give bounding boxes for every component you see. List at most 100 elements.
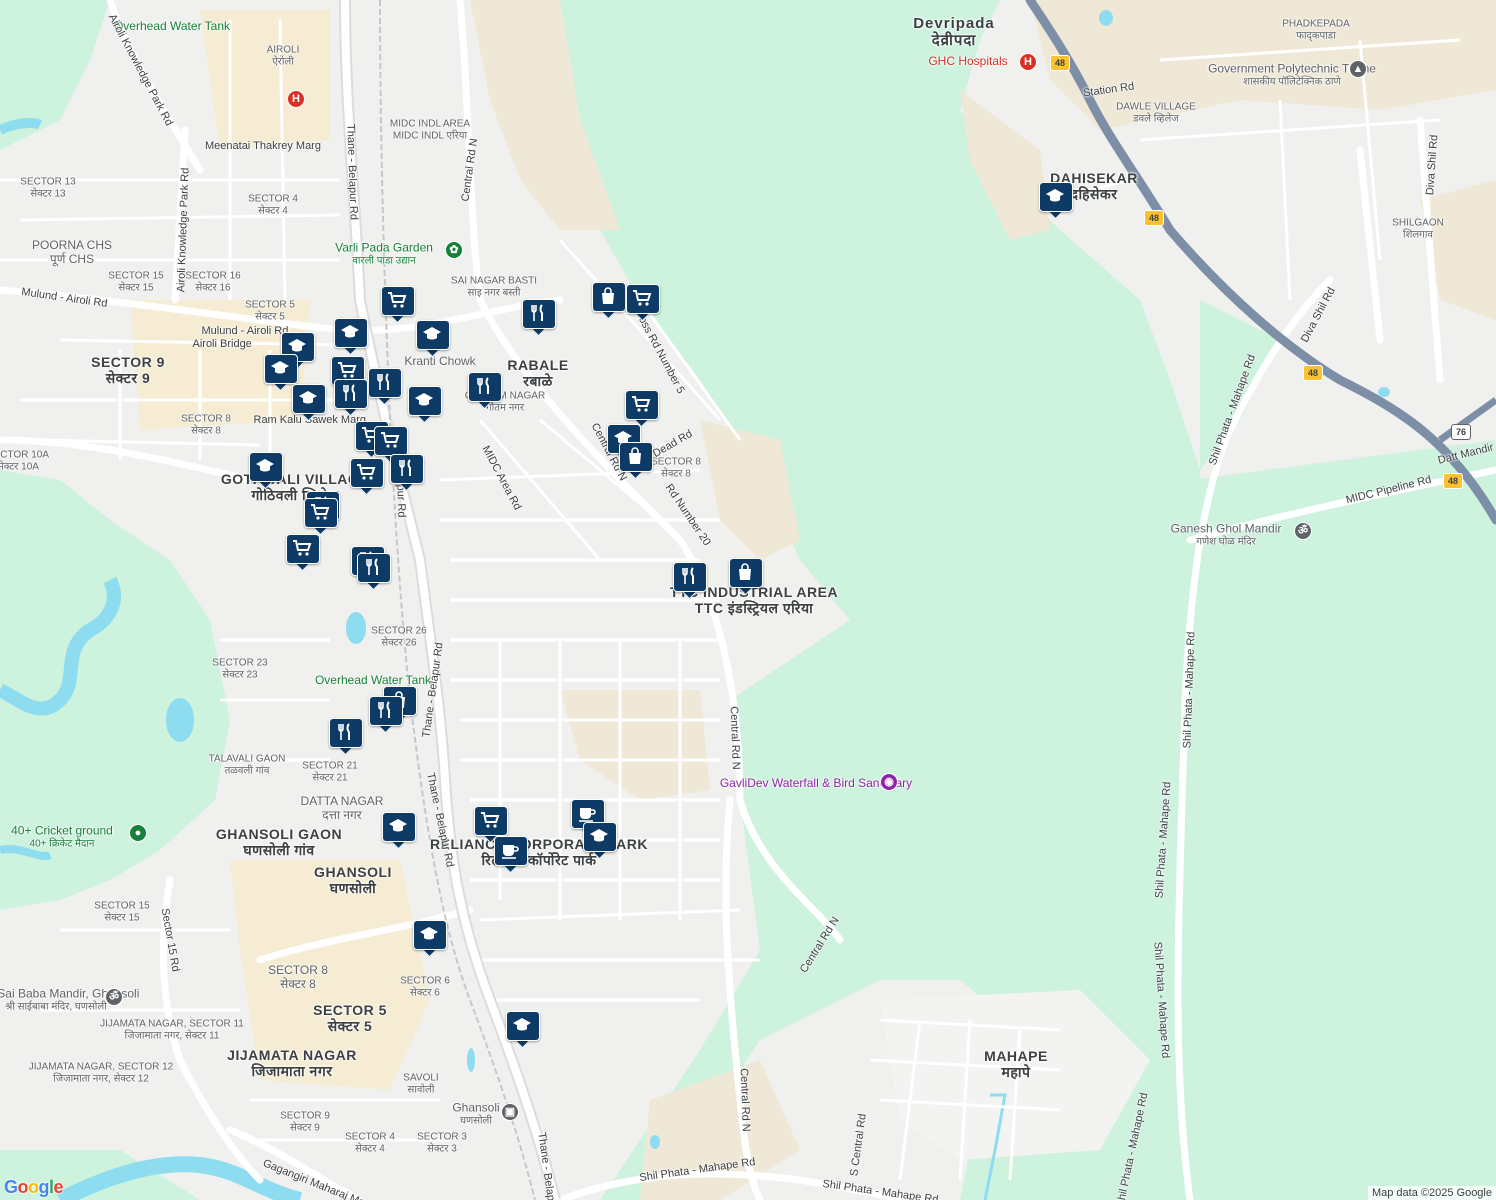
map-pin-fork[interactable] bbox=[522, 299, 556, 337]
place-label-sector-23[interactable]: SECTOR 23 सेक्टर 23 bbox=[212, 658, 267, 681]
poi-name-devanagari: वारली पाडा उद्यान bbox=[352, 255, 416, 267]
place-label-savoli[interactable]: SAVOLI सावोली bbox=[403, 1073, 438, 1096]
route-shield-76: 76 bbox=[1451, 424, 1471, 440]
place-label-sector-6[interactable]: SECTOR 6 सेक्टर 6 bbox=[400, 976, 450, 999]
map-pin-bag[interactable] bbox=[619, 442, 653, 480]
place-name: SECTOR 6 bbox=[400, 975, 450, 987]
poi-40-cricket-ground[interactable]: 40+ Cricket ground 40+ क्रिकेट मैदान bbox=[11, 824, 113, 850]
place-label-mahape[interactable]: MAHAPE महापे bbox=[984, 1048, 1048, 1080]
place-label-sector-21[interactable]: SECTOR 21 सेक्टर 21 bbox=[302, 761, 357, 784]
place-label-sector-5[interactable]: SECTOR 5 सेक्टर 5 bbox=[245, 300, 295, 323]
map-pin-school[interactable] bbox=[408, 386, 442, 424]
shopping-cart-icon bbox=[338, 362, 357, 378]
place-name-devanagari: सेक्टर 13 bbox=[30, 188, 66, 199]
map-pin-school[interactable] bbox=[583, 822, 617, 860]
poi-kranti-chowk[interactable]: Kranti Chowk bbox=[404, 354, 476, 369]
map-pin-school[interactable] bbox=[382, 812, 416, 850]
place-name: SAVOLI bbox=[403, 1072, 439, 1084]
shopping-cart-icon bbox=[311, 504, 330, 520]
place-label-ghansoli[interactable]: GHANSOLI घणसोली bbox=[314, 864, 392, 896]
place-name-devanagari: महापे bbox=[1001, 1064, 1031, 1080]
map-pin-bag[interactable] bbox=[592, 282, 626, 320]
poi-varli-pada-garden[interactable]: Varli Pada Garden वारली पाडा उद्यान bbox=[335, 241, 433, 267]
place-label-sector-15[interactable]: SECTOR 15 सेक्टर 15 bbox=[108, 271, 163, 294]
place-label-rabale[interactable]: RABALE रबाळे bbox=[507, 357, 568, 389]
poi-ghc-hospitals[interactable]: GHC Hospitals bbox=[928, 54, 1008, 69]
map-pin-coffee[interactable] bbox=[494, 836, 528, 874]
place-name: SECTOR 5 bbox=[313, 1001, 387, 1018]
place-label-jijamata-nagar-sector-12[interactable]: JIJAMATA NAGAR, SECTOR 12 जिजामाता नगर, स… bbox=[29, 1062, 173, 1085]
place-label-jijamata-nagar[interactable]: JIJAMATA NAGAR जिजामाता नगर bbox=[227, 1047, 357, 1079]
place-label-sector-10a[interactable]: SECTOR 10Aसेक्टर 10A bbox=[0, 450, 49, 473]
map-pin-bag[interactable] bbox=[729, 558, 763, 596]
map-pin-cart[interactable] bbox=[350, 458, 384, 496]
map-pin-cart[interactable] bbox=[474, 806, 508, 844]
place-label-shilgaon[interactable]: SHILGAON शिलगाव bbox=[1392, 218, 1444, 241]
poi-name: Kranti Chowk bbox=[404, 354, 476, 369]
poi-ganesh-ghol-mandir[interactable]: Ganesh Ghol Mandir गणेश घोळ मंदिर bbox=[1170, 521, 1282, 548]
hospital-icon: H bbox=[287, 90, 305, 108]
shopping-cart-icon bbox=[293, 540, 312, 556]
map-pin-fork[interactable] bbox=[368, 368, 402, 406]
place-name-devanagari: डवले व्हिलेज bbox=[1133, 113, 1179, 124]
place-name-devanagari: सेक्टर 4 bbox=[355, 1143, 385, 1154]
place-label-airoli[interactable]: AIROLI ऐरोली bbox=[267, 45, 300, 68]
place-label-sector-9[interactable]: SECTOR 9 सेक्टर 9 bbox=[280, 1111, 330, 1134]
place-label-devripada[interactable]: Devripada देव्रीपदा bbox=[913, 15, 995, 50]
map-pin-school[interactable] bbox=[292, 384, 326, 422]
place-label-sector-13[interactable]: SECTOR 13 सेक्टर 13 bbox=[20, 177, 75, 200]
place-name: SAI NAGAR BASTI bbox=[450, 275, 538, 287]
place-label-jijamata-nagar-sector-11[interactable]: JIJAMATA NAGAR, SECTOR 11 जिजामाता नगर, स… bbox=[100, 1019, 244, 1042]
map-pin-school[interactable] bbox=[249, 452, 283, 490]
place-name-devanagari: सेक्टर 23 bbox=[222, 669, 258, 680]
school-icon bbox=[590, 829, 608, 842]
place-label-dawle-village[interactable]: DAWLE VILLAGE डवले व्हिलेज bbox=[1116, 102, 1196, 125]
map-pin-cart[interactable] bbox=[381, 286, 415, 324]
place-label-sector-16[interactable]: SECTOR 16 सेक्टर 16 bbox=[185, 271, 240, 294]
school-icon: ▲ bbox=[1349, 60, 1367, 78]
place-label-sector-26[interactable]: SECTOR 26 सेक्टर 26 bbox=[371, 626, 426, 649]
map-pin-cart[interactable] bbox=[626, 284, 660, 322]
place-label-sector-4[interactable]: SECTOR 4 सेक्टर 4 bbox=[248, 194, 298, 217]
map-pin-cart[interactable] bbox=[304, 498, 338, 536]
place-label-gothivali-village[interactable]: GOTHIVALI VILLAGE गोठिवली व्हिलेज bbox=[221, 471, 369, 503]
map-pin-school[interactable] bbox=[506, 1011, 540, 1049]
place-label-overhead-water-tank[interactable]: Overhead Water Tank bbox=[114, 19, 230, 34]
place-name: SECTOR 23 bbox=[212, 657, 268, 669]
map-pin-school[interactable] bbox=[416, 320, 450, 358]
map-pin-cart[interactable] bbox=[286, 534, 320, 572]
map-pin-school[interactable] bbox=[334, 318, 368, 356]
place-label-sai-nagar-basti[interactable]: SAI NAGAR BASTI साइ नगर बस्ती bbox=[451, 276, 537, 299]
poi-name: Ganesh Ghol Mandir bbox=[1170, 521, 1282, 536]
map-pin-fork[interactable] bbox=[390, 454, 424, 492]
poi-ghansoli[interactable]: Ghansoli घणसोली bbox=[452, 1101, 499, 1127]
place-label-phadkepada[interactable]: PHADKEPADA फाद्कपाडा bbox=[1282, 19, 1350, 42]
place-label-talavali-gaon[interactable]: TALAVALI GAON तळवली गांव bbox=[209, 754, 286, 777]
map-canvas[interactable]: Overhead Water Tank AIROLI ऐरोली MIDC INDL … bbox=[0, 0, 1496, 1200]
place-label-midc-indl-area[interactable]: MIDC INDL AREA MIDC INDL एरिया bbox=[390, 119, 470, 142]
place-label-poorna-chs[interactable]: POORNA CHS पूर्ण CHS bbox=[32, 238, 112, 267]
map-pin-school[interactable] bbox=[413, 920, 447, 958]
poi-name: GHC Hospitals bbox=[928, 54, 1008, 69]
place-label-sector-9[interactable]: SECTOR 9 सेक्टर 9 bbox=[91, 354, 165, 386]
place-name-devanagari: सेक्टर 3 bbox=[427, 1143, 457, 1154]
map-pin-fork[interactable] bbox=[329, 718, 363, 756]
map-pin-fork[interactable] bbox=[357, 553, 391, 591]
map-pin-school[interactable] bbox=[1039, 182, 1073, 220]
map-pin-school[interactable] bbox=[264, 354, 298, 392]
place-label-sector-8[interactable]: SECTOR 8 सेक्टर 8 bbox=[268, 963, 328, 992]
place-label-sector-4[interactable]: SECTOR 4 सेक्टर 4 bbox=[345, 1132, 395, 1155]
place-label-sector-15[interactable]: SECTOR 15 सेक्टर 15 bbox=[94, 901, 149, 924]
place-label-sector-8[interactable]: SECTOR 8 सेक्टर 8 bbox=[651, 457, 701, 480]
map-pin-fork[interactable] bbox=[673, 562, 707, 600]
place-label-sector-3[interactable]: SECTOR 3 सेक्टर 3 bbox=[417, 1132, 467, 1155]
map-pin-fork[interactable] bbox=[334, 379, 368, 417]
place-label-datta-nagar[interactable]: DATTA NAGAR दत्ता नगर bbox=[301, 794, 384, 823]
map-pin-fork[interactable] bbox=[369, 696, 403, 734]
place-label-sector-8[interactable]: SECTOR 8 सेक्टर 8 bbox=[181, 414, 231, 437]
map-pin-fork[interactable] bbox=[468, 372, 502, 410]
map-attribution[interactable]: Map data ©2025 Google bbox=[1367, 1186, 1496, 1200]
place-label-ghansoli-gaon[interactable]: GHANSOLI GAON घणसोली गांव bbox=[216, 826, 342, 858]
map-pin-cart[interactable] bbox=[625, 390, 659, 428]
place-label-sector-5[interactable]: SECTOR 5 सेक्टर 5 bbox=[313, 1002, 387, 1034]
